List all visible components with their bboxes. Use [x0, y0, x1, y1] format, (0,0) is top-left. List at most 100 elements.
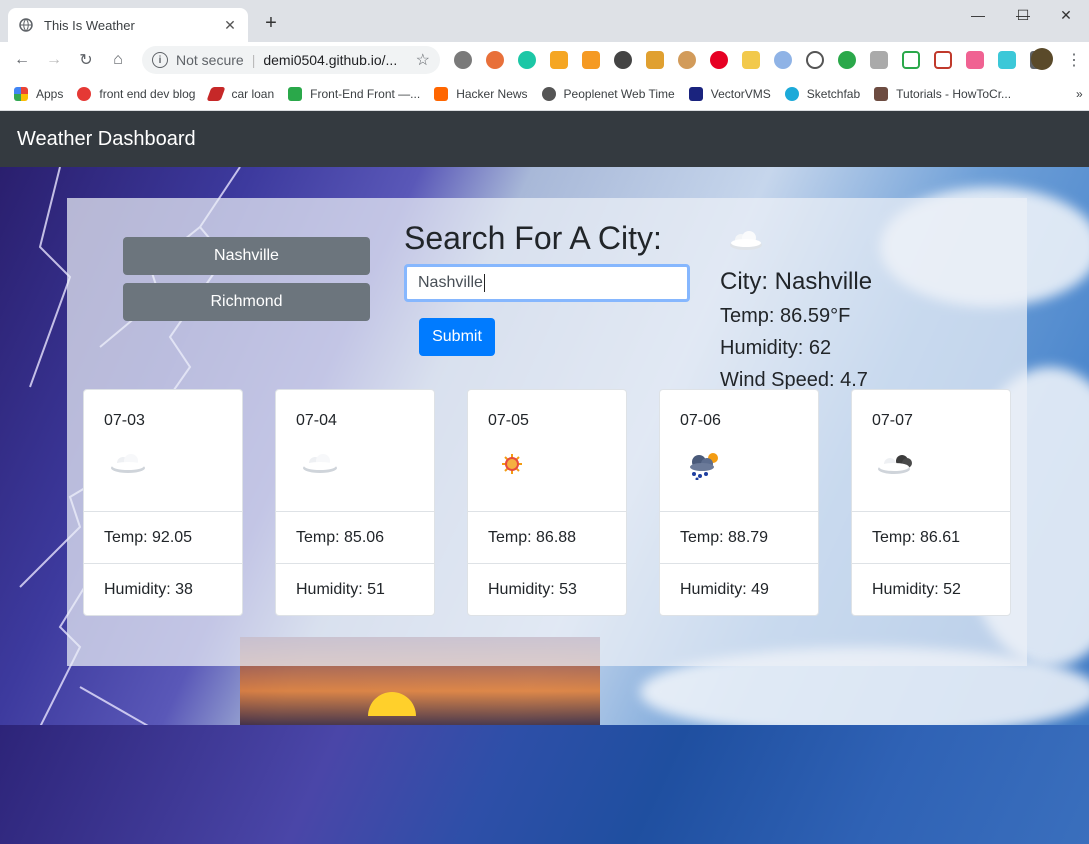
extension-pencil-icon[interactable]: [742, 51, 760, 69]
bookmark-favicon-icon: [784, 87, 799, 101]
apps-grid-icon: [14, 87, 28, 101]
minimize-icon[interactable]: —: [955, 0, 1001, 30]
profile-avatar[interactable]: [1031, 48, 1053, 70]
browser-tab-strip: This Is Weather ✕ + —: [0, 0, 1089, 42]
forecast-temp: Temp: 86.61: [852, 511, 1010, 563]
info-icon[interactable]: i: [152, 52, 168, 68]
sun-icon: [502, 454, 522, 474]
lower-background: [0, 725, 1089, 844]
maximize-icon[interactable]: ☐: [1000, 0, 1046, 30]
bookmark-label: Tutorials - HowToCr...: [896, 87, 1012, 101]
extension-cookie-icon[interactable]: [678, 51, 696, 69]
current-humidity: Humidity: 62: [720, 337, 832, 359]
extension-circle-icon[interactable]: [614, 51, 632, 69]
reload-icon[interactable]: ↻: [72, 46, 100, 74]
history-city-button[interactable]: Richmond: [123, 283, 370, 321]
more-bookmarks-icon[interactable]: »: [1076, 87, 1083, 101]
extension-globe-icon[interactable]: [774, 51, 792, 69]
bookmark-item[interactable]: Tutorials - HowToCr...: [874, 87, 1011, 101]
bookmark-favicon-icon: [541, 87, 556, 101]
few-clouds-icon: [730, 231, 762, 250]
security-label: Not secure: [176, 52, 244, 68]
bookmark-label: Apps: [36, 87, 64, 101]
extension-grid-icon[interactable]: [582, 51, 600, 69]
forecast-card: 07-06 Temp: 88.79 Humidity: 49: [659, 389, 819, 616]
bookmark-label: car loan: [231, 87, 275, 101]
tab-title: This Is Weather: [44, 17, 135, 33]
extension-orange-icon[interactable]: [486, 51, 504, 69]
home-icon[interactable]: ⌂: [104, 46, 132, 74]
bookmark-label: Peoplenet Web Time: [563, 87, 675, 101]
forecast-date: 07-07: [872, 412, 913, 429]
bookmark-item[interactable]: VectorVMS: [688, 87, 771, 101]
extension-r-icon[interactable]: [870, 51, 888, 69]
forecast-date: 07-04: [296, 412, 337, 429]
forecast-humidity: Humidity: 53: [468, 563, 626, 615]
cloud-icon: [303, 454, 337, 473]
history-city-button[interactable]: Nashville: [123, 237, 370, 275]
address-bar-row: ← → ↻ ⌂ i Not secure | demi0504.github.i…: [0, 42, 1089, 78]
star-icon[interactable]: ☆: [416, 50, 430, 70]
bookmark-item[interactable]: Front-End Front —...: [288, 87, 420, 101]
forecast-card: 07-04 Temp: 85.06 Humidity: 51: [275, 389, 435, 616]
extension-in-icon[interactable]: [646, 51, 664, 69]
new-tab-icon[interactable]: +: [262, 12, 280, 34]
hero-background: Nashville Richmond Search For A City: Na…: [0, 167, 1089, 844]
rain-sun-icon: [690, 453, 718, 480]
forward-icon[interactable]: →: [40, 46, 68, 74]
extension-shield-icon[interactable]: [934, 51, 952, 69]
forecast-temp: Temp: 86.88: [468, 511, 626, 563]
extension-gear-icon[interactable]: [454, 51, 472, 69]
bookmark-item[interactable]: front end dev blog: [77, 87, 195, 101]
forecast-humidity: Humidity: 49: [660, 563, 818, 615]
bookmark-apps[interactable]: Apps: [14, 87, 63, 101]
forecast-card: 07-03 Temp: 92.05 Humidity: 38: [83, 389, 243, 616]
site-navbar: Weather Dashboard: [0, 111, 1089, 167]
forecast-temp: Temp: 92.05: [84, 511, 242, 563]
close-window-icon[interactable]: ✕: [1043, 0, 1089, 30]
bookmark-label: VectorVMS: [710, 87, 771, 101]
bookmark-label: Front-End Front —...: [310, 87, 421, 101]
forecast-date: 07-05: [488, 412, 529, 429]
bookmark-favicon-icon: [874, 87, 889, 101]
extension-pinterest-icon[interactable]: [710, 51, 728, 69]
bookmarks-bar: Apps front end dev blog car loan Front-E…: [0, 78, 1089, 111]
extension-box-icon[interactable]: [902, 51, 920, 69]
navbar-brand[interactable]: Weather Dashboard: [17, 128, 196, 151]
omnibox-separator: |: [251, 52, 256, 68]
submit-button[interactable]: Submit: [419, 318, 495, 356]
bookmark-label: front end dev blog: [99, 87, 196, 101]
bookmark-item[interactable]: Hacker News: [434, 87, 528, 101]
extension-dots-icon[interactable]: [806, 51, 824, 69]
extension-bottle-icon[interactable]: [998, 51, 1016, 69]
extension-green-icon[interactable]: [838, 51, 856, 69]
city-search-input[interactable]: Nashville: [404, 264, 690, 302]
menu-dots-icon[interactable]: ⋮: [1066, 50, 1082, 70]
forecast-card: 07-05 Temp: 86.88 Humidity: 53: [467, 389, 627, 616]
close-tab-icon[interactable]: ✕: [222, 17, 238, 34]
extension-arrow-icon[interactable]: [966, 51, 984, 69]
search-input-value: Nashville: [418, 274, 483, 291]
search-heading: Search For A City:: [404, 220, 662, 256]
text-cursor: [483, 274, 485, 292]
forecast-card: 07-07 Temp: 86.61 Humidity: 52: [851, 389, 1011, 616]
extension-flower-icon[interactable]: [550, 51, 568, 69]
bookmark-favicon-icon: [77, 87, 92, 101]
forecast-temp: Temp: 85.06: [276, 511, 434, 563]
bookmark-favicon-icon: [206, 87, 226, 101]
forecast-humidity: Humidity: 52: [852, 563, 1010, 615]
bookmark-item[interactable]: Peoplenet Web Time: [541, 87, 675, 101]
current-city: City: Nashville: [720, 268, 873, 295]
bookmark-favicon-icon: [434, 87, 449, 101]
bookmark-item[interactable]: car loan: [206, 87, 275, 101]
extension-m-icon[interactable]: [518, 51, 536, 69]
url-text: demi0504.github.io/...: [263, 52, 398, 68]
forecast-humidity: Humidity: 38: [84, 563, 242, 615]
browser-tab[interactable]: This Is Weather ✕: [8, 8, 248, 42]
forecast-temp: Temp: 88.79: [660, 511, 818, 563]
globe-icon: [18, 17, 34, 33]
bookmark-item[interactable]: Sketchfab: [784, 87, 860, 101]
back-icon[interactable]: ←: [8, 46, 36, 74]
forecast-humidity: Humidity: 51: [276, 563, 434, 615]
omnibox[interactable]: i Not secure | demi0504.github.io/... ☆: [142, 46, 440, 74]
